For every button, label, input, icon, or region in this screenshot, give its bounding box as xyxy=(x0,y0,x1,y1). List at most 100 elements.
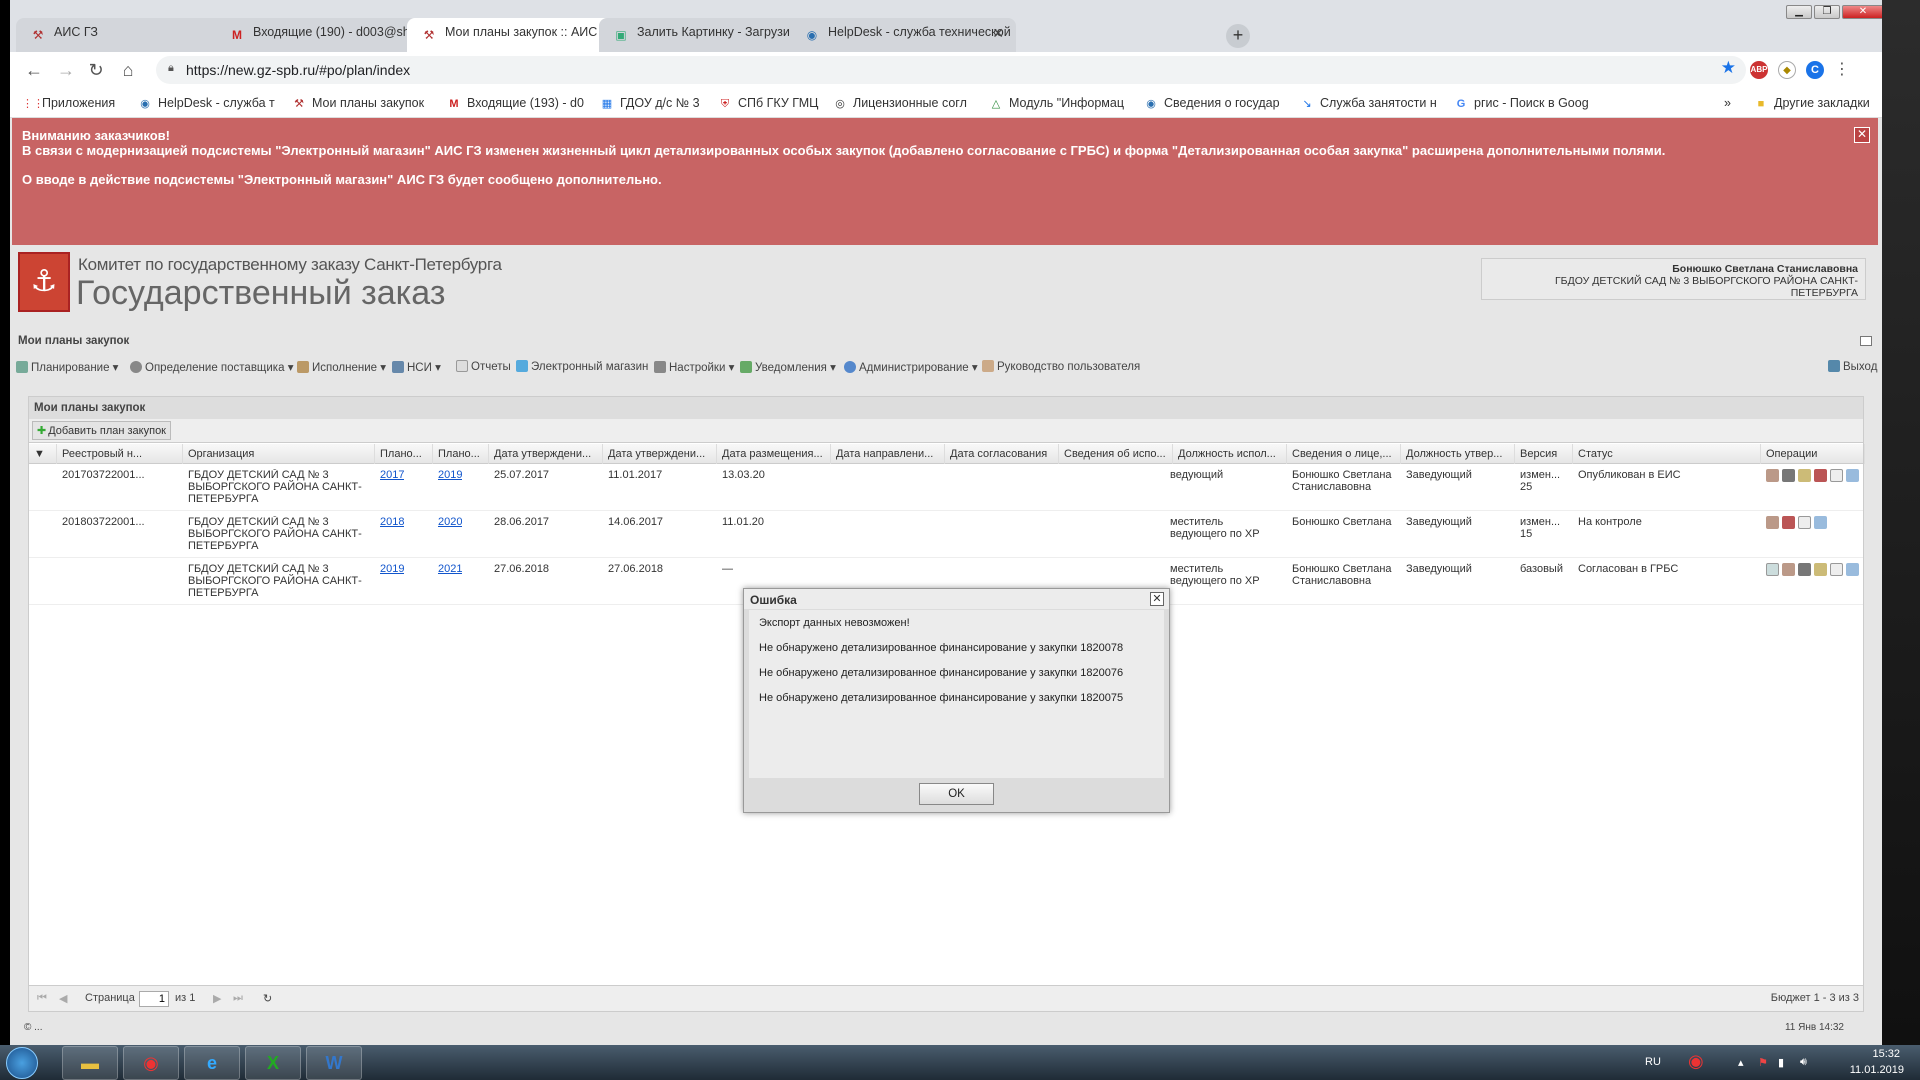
menu-nsi[interactable]: НСИ ▾ xyxy=(392,360,441,374)
clock-time[interactable]: 15:32 xyxy=(1872,1048,1900,1060)
info-icon[interactable] xyxy=(1814,516,1827,529)
collapse-button[interactable] xyxy=(1860,336,1872,346)
chrome-icon[interactable]: ◉ xyxy=(123,1046,179,1080)
reload-icon[interactable]: ↻ xyxy=(84,58,108,82)
new-tab-button[interactable]: + xyxy=(1226,24,1250,48)
edit-icon[interactable] xyxy=(1782,469,1795,482)
document-icon[interactable] xyxy=(1798,469,1811,482)
word-icon[interactable]: W xyxy=(306,1046,362,1080)
col-approver-position[interactable]: Должность утвер... xyxy=(1401,444,1515,464)
adblock-icon[interactable]: ABP xyxy=(1750,61,1768,79)
page-icon[interactable] xyxy=(1830,563,1843,576)
bookmark-star-icon[interactable]: ★ xyxy=(1721,58,1736,78)
tab-helpdesk[interactable]: ◉ HelpDesk - служба технической ✕ xyxy=(790,18,1016,52)
bookmark-inbox[interactable]: M Входящие (193) - d0 xyxy=(447,96,584,110)
network-icon[interactable]: ▮ xyxy=(1778,1056,1784,1069)
menu-eshop[interactable]: Электронный магазин xyxy=(516,360,648,373)
address-bar[interactable]: 🔒︎ https://new.gz-spb.ru/#po/plan/index … xyxy=(156,56,1746,84)
minimize-button[interactable]: ▁ xyxy=(1786,5,1812,19)
explorer-icon[interactable]: ▬ xyxy=(62,1046,118,1080)
emblem-icon[interactable] xyxy=(1766,469,1779,482)
bookmark-my-plans[interactable]: ⚒ Мои планы закупок xyxy=(292,96,424,110)
col-plan-from[interactable]: Плано... xyxy=(375,444,433,464)
maximize-button[interactable]: ❐ xyxy=(1814,5,1840,19)
close-icon[interactable]: ✕ xyxy=(1150,592,1164,606)
col-executor-info[interactable]: Сведения об испо... xyxy=(1059,444,1173,464)
close-icon[interactable]: ✕ xyxy=(992,25,1004,42)
bookmark-gmc[interactable]: ⛨ СПб ГКУ ГМЦ xyxy=(718,96,819,111)
table-row[interactable]: 201803722001... ГБДОУ ДЕТСКИЙ САД № 3 ВЫ… xyxy=(29,512,1863,558)
clock-date[interactable]: 11.01.2019 xyxy=(1850,1064,1904,1076)
menu-dots-icon[interactable]: ⋮ xyxy=(1830,58,1854,82)
link-plan-from[interactable]: 2019 xyxy=(380,563,404,575)
menu-administration[interactable]: Администрирование ▾ xyxy=(844,360,978,374)
col-version[interactable]: Версия xyxy=(1515,444,1573,464)
link-plan-from[interactable]: 2018 xyxy=(380,516,404,528)
first-page-icon[interactable]: ⏮ xyxy=(37,992,47,1005)
exit-button[interactable]: Выход xyxy=(1828,360,1877,373)
col-executor-position[interactable]: Должность испол... xyxy=(1173,444,1287,464)
col-status[interactable]: Статус xyxy=(1573,444,1761,464)
forward-icon[interactable]: → xyxy=(54,58,78,82)
bookmark-employment[interactable]: ↘ Служба занятости н xyxy=(1300,96,1436,110)
col-date-agree[interactable]: Дата согласования xyxy=(945,444,1059,464)
link-plan-from[interactable]: 2017 xyxy=(380,469,404,481)
page-icon[interactable] xyxy=(1830,469,1843,482)
col-date-approve-1[interactable]: Дата утверждени... xyxy=(489,444,603,464)
home-icon[interactable]: ⌂ xyxy=(116,58,140,82)
tray-arrow-icon[interactable]: ▴ xyxy=(1738,1056,1744,1069)
menu-reports[interactable]: Отчеты xyxy=(456,360,511,373)
menu-user-guide[interactable]: Руководство пользователя xyxy=(982,360,1140,373)
key-icon[interactable] xyxy=(1814,563,1827,576)
col-date-send[interactable]: Дата направлени... xyxy=(831,444,945,464)
table-icon[interactable] xyxy=(1782,516,1795,529)
bookmark-google-search[interactable]: Gргис - Поиск в Goog xyxy=(1454,96,1589,110)
bookmark-gov-info[interactable]: ◉ Сведения о государ xyxy=(1144,96,1279,110)
link-plan-to[interactable]: 2021 xyxy=(438,563,462,575)
menu-supplier[interactable]: Определение поставщика ▾ xyxy=(130,360,293,374)
info-icon[interactable] xyxy=(1846,469,1859,482)
table-icon[interactable] xyxy=(1814,469,1827,482)
bookmark-module[interactable]: △ Модуль "Информац xyxy=(989,96,1124,110)
page-number-input[interactable] xyxy=(139,991,169,1007)
flag-icon[interactable]: ⚑ xyxy=(1758,1056,1768,1069)
excel-icon[interactable]: X xyxy=(245,1046,301,1080)
col-date-approve-2[interactable]: Дата утверждени... xyxy=(603,444,717,464)
next-page-icon[interactable]: ▶ xyxy=(213,992,221,1005)
table-row[interactable]: 201703722001... ГБДОУ ДЕТСКИЙ САД № 3 ВЫ… xyxy=(29,465,1863,511)
col-plan-to[interactable]: Плано... xyxy=(433,444,489,464)
refresh-icon[interactable]: ↻ xyxy=(263,992,272,1005)
language-indicator[interactable]: RU xyxy=(1645,1056,1661,1068)
bookmark-apps[interactable]: ⋮⋮Приложения xyxy=(22,96,115,110)
emblem-icon[interactable] xyxy=(1782,563,1795,576)
link-plan-to[interactable]: 2019 xyxy=(438,469,462,481)
bookmark-gdou[interactable]: ▦ ГДОУ д/с № 3 xyxy=(600,96,700,110)
link-plan-to[interactable]: 2020 xyxy=(438,516,462,528)
info-icon[interactable] xyxy=(1846,563,1859,576)
volume-icon[interactable]: 🔊︎ xyxy=(1800,1056,1807,1069)
ok-button[interactable]: OK xyxy=(919,783,994,805)
prev-page-icon[interactable]: ◀ xyxy=(59,992,67,1005)
filter-icon[interactable]: ▼ xyxy=(29,444,57,464)
edit-icon[interactable] xyxy=(1798,563,1811,576)
notification-icon[interactable]: ◉ xyxy=(1688,1051,1704,1072)
menu-execution[interactable]: Исполнение ▾ xyxy=(297,360,386,374)
menu-settings[interactable]: Настройки ▾ xyxy=(654,360,734,374)
bookmark-licenses[interactable]: ◎ Лицензионные согл xyxy=(833,96,967,110)
emblem-icon[interactable] xyxy=(1766,516,1779,529)
back-icon[interactable]: ← xyxy=(22,58,46,82)
profile-avatar[interactable]: C xyxy=(1806,61,1824,79)
col-reg-number[interactable]: Реестровый н... xyxy=(57,444,183,464)
page-icon[interactable] xyxy=(1798,516,1811,529)
bookmark-helpdesk[interactable]: ◉ HelpDesk - служба т xyxy=(138,96,275,110)
document-icon[interactable] xyxy=(1766,563,1779,576)
col-date-publish[interactable]: Дата размещения... xyxy=(717,444,831,464)
bookmarks-overflow[interactable]: » xyxy=(1724,96,1731,110)
col-organization[interactable]: Организация xyxy=(183,444,375,464)
extension-icon[interactable]: ◆ xyxy=(1778,61,1796,79)
close-icon[interactable]: ✕ xyxy=(1854,127,1870,143)
bookmark-other[interactable]: ■ Другие закладки xyxy=(1754,96,1870,110)
menu-notifications[interactable]: Уведомления ▾ xyxy=(740,360,836,374)
ie-icon[interactable]: e xyxy=(184,1046,240,1080)
add-plan-button[interactable]: ✚ Добавить план закупок xyxy=(32,421,171,440)
